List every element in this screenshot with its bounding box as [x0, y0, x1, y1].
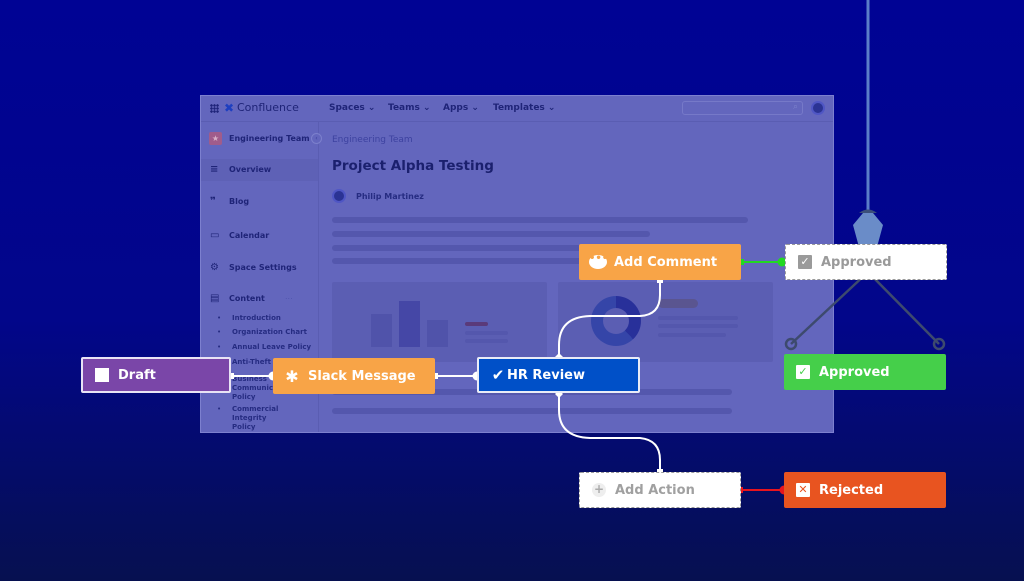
plus-icon: +: [592, 482, 606, 497]
slack-icon: ✱: [285, 366, 299, 386]
workflow-node-draft[interactable]: Draft: [81, 357, 231, 393]
crane-hook-block: [853, 213, 883, 247]
node-label: Slack Message: [308, 368, 416, 384]
node-label: Add Comment: [614, 254, 718, 270]
comment-icon: •••: [589, 254, 608, 269]
x-box-icon: ✕: [796, 483, 810, 497]
workflow-node-approved-placeholder[interactable]: ✓ Approved: [785, 244, 947, 280]
workflow-node-slack-message[interactable]: ✱ Slack Message: [273, 358, 435, 394]
rope-right: [867, 271, 940, 345]
workflow-node-rejected[interactable]: ✕ Rejected: [784, 472, 946, 508]
connector-hr-action: [558, 393, 661, 472]
rope-left: [790, 271, 869, 345]
connector-hr-comment: [558, 280, 661, 357]
node-label: Approved: [821, 254, 892, 270]
checkbox-icon: ✓: [796, 365, 810, 379]
workflow-node-hr-review[interactable]: ✔ HR Review: [477, 357, 640, 393]
node-label: Draft: [118, 367, 156, 383]
workflow-node-add-action[interactable]: + Add Action: [579, 472, 741, 508]
workflow-node-add-comment[interactable]: ••• Add Comment: [579, 244, 741, 280]
node-label: Rejected: [819, 482, 884, 498]
check-icon: ✔: [491, 366, 505, 384]
checkbox-icon: ✓: [798, 255, 812, 269]
node-label: Approved: [819, 364, 890, 380]
node-label: Add Action: [615, 482, 695, 498]
node-label: HR Review: [507, 367, 585, 383]
status-square-icon: [95, 368, 109, 382]
workflow-node-approved[interactable]: ✓ Approved: [784, 354, 946, 390]
